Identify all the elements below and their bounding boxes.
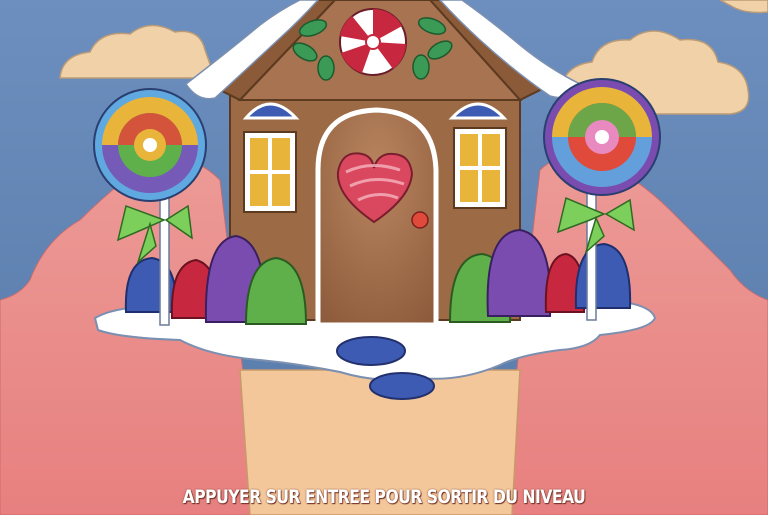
gingerbread-house-scene [0, 0, 768, 515]
exit-level-prompt: APPUYER SUR ENTREE POUR SORTIR DU NIVEAU [182, 486, 586, 508]
window-left [243, 131, 297, 213]
door-knob [411, 211, 429, 229]
blue-candy-2 [369, 372, 435, 400]
blue-candy-1 [336, 336, 406, 366]
peppermint-candy [339, 8, 407, 76]
window-right [453, 127, 507, 209]
